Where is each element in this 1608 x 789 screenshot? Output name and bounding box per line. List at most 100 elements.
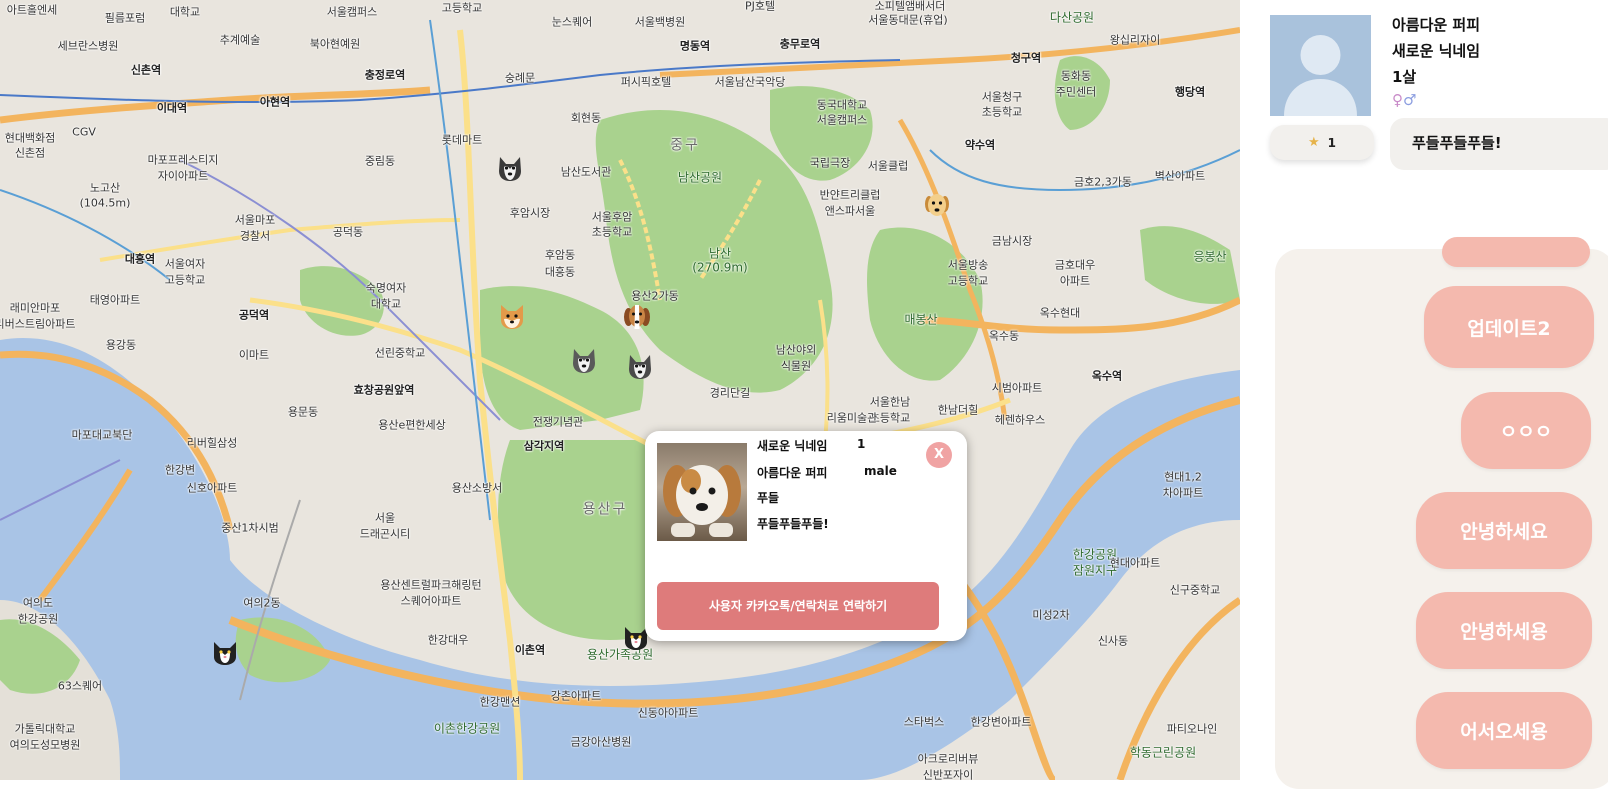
map-label: 숙명여자 [365, 281, 407, 295]
map-label: 신촌점 [14, 146, 46, 160]
map-label: 고등학교 [164, 273, 206, 287]
map-label: 식물원 [780, 359, 812, 373]
map-label: 효창공원앞역 [353, 383, 415, 397]
chat-message: 어서오세용 [1416, 692, 1592, 769]
map-label: 동국대학교 [816, 98, 868, 112]
pet-marker[interactable] [497, 301, 527, 331]
map-label: 용산소방서 [451, 481, 503, 495]
chat-message: ㅇㅇㅇ [1461, 392, 1591, 469]
chat-message: 업데이트2 [1424, 286, 1594, 368]
map-label: 추계예술 [219, 33, 261, 47]
contact-button[interactable]: 사용자 카카오톡/연락처로 연락하기 [657, 582, 939, 630]
chat-area[interactable]: 업데이트2 ㅇㅇㅇ 안녕하세요 안녕하세용 어서오세용 [1275, 237, 1608, 789]
close-button[interactable]: X [926, 442, 952, 468]
map-label: 대흥역 [124, 252, 156, 266]
map-label: 학동근린공원 [1129, 745, 1197, 760]
map-view[interactable]: 아트홀엔세 필름포럼 대학교 서울캠퍼스 고등학교 눈스퀘어 서울백병원 PJ호… [0, 0, 1240, 780]
map-label: 63스퀘어 [57, 679, 103, 693]
map-label: 서울후암 [591, 210, 633, 224]
chat-message: 안녕하세요 [1416, 492, 1592, 569]
map-label: 한강공원 [17, 612, 59, 626]
map-label: 반얀트리클럽 [819, 188, 881, 202]
map-label: 용강동 [105, 338, 137, 352]
pet-marker[interactable] [210, 637, 240, 667]
pet-marker[interactable] [922, 190, 952, 220]
map-label: 현대백화점 [4, 131, 56, 145]
pet-photo [657, 443, 747, 541]
map-label: 행당역 [1174, 85, 1206, 99]
map-label: 용문동 [287, 405, 319, 419]
chat-message [1442, 237, 1590, 267]
map-label: 자이아파트 [157, 169, 209, 183]
map-label: 숭례문 [504, 71, 536, 85]
map-label: 공덕역 [238, 308, 270, 322]
map-label: 이대역 [156, 101, 188, 115]
map-label: 서울캠퍼스 [326, 5, 378, 19]
map-label: PJ호텔 [744, 0, 776, 13]
pet-marker[interactable] [622, 301, 652, 331]
pet-marker[interactable] [569, 345, 599, 375]
map-label: 서울백병원 [634, 15, 686, 29]
map-label: 충무로역 [779, 37, 821, 51]
pet-marker[interactable] [495, 153, 525, 183]
map-label: 후암동 [544, 248, 576, 262]
status-message: 푸들푸들푸들! [1390, 118, 1608, 170]
map-label: 강촌아파트 [550, 689, 602, 703]
map-label: 중림동 [364, 154, 396, 168]
map-label: (270.9m) [692, 260, 748, 275]
map-base [0, 0, 1240, 780]
map-label: CGV [72, 125, 96, 139]
map-label: 노고산 [89, 181, 121, 195]
map-label: 드래곤시티 [359, 527, 411, 541]
map-label: 충정로역 [364, 68, 406, 82]
map-label: 고등학교 [947, 274, 989, 288]
map-label: 대학교 [370, 297, 402, 311]
map-label: 공덕동 [332, 225, 364, 239]
female-icon: ♀ [1392, 91, 1403, 109]
map-label: 마포대교북단 [71, 428, 133, 442]
star-rating[interactable]: ★ 1 [1270, 125, 1374, 160]
map-label: 서울 [374, 511, 396, 525]
map-label: 앤스파서울 [824, 204, 876, 218]
map-label: 서울동대문(휴업) [868, 13, 948, 27]
pet-marker[interactable] [625, 351, 655, 381]
map-label: 왕십리자이 [1109, 33, 1161, 47]
profile-chat-panel: 아름다운 퍼피 새로운 닉네임 1살 ♀♂ ★ 1 푸들푸들푸들! 업데이트2 … [1240, 0, 1608, 789]
map-label: 금강아산병원 [570, 735, 632, 749]
map-label: 신구중학교 [1169, 583, 1221, 597]
map-label: 한남더힐 [937, 403, 979, 417]
golden-retriever-icon [925, 194, 949, 216]
map-label: 신호아파트 [186, 481, 238, 495]
map-label: 아파트 [1059, 274, 1091, 288]
map-label: 차아파트 [1162, 486, 1204, 500]
profile-pet-name: 아름다운 퍼피 [1392, 16, 1481, 34]
map-label: 초등학교 [591, 225, 633, 239]
map-label: 남산야외 [775, 343, 817, 357]
male-icon: ♂ [1403, 91, 1417, 109]
map-label: 약수역 [964, 138, 996, 152]
map-label: 가톨릭대학교 [14, 722, 76, 736]
beagle-icon [624, 305, 650, 329]
map-label: 옥수동 [988, 329, 1020, 343]
map-label: 한강변아파트 [970, 715, 1032, 729]
map-label: 벽산아파트 [1154, 169, 1206, 183]
map-label: 신촌역 [130, 63, 162, 77]
gender-icons: ♀♂ [1392, 91, 1416, 109]
map-label: 현대1,2 [1164, 470, 1202, 484]
map-label: 회현동 [570, 111, 602, 125]
map-label: 대학교 [169, 5, 201, 19]
map-label: 서울한남 [869, 395, 911, 409]
shiba-icon [501, 305, 523, 329]
map-label: 전쟁기념관 [532, 415, 584, 429]
popup-breed: 푸들 [757, 491, 780, 505]
map-label: 래미안마포 [9, 301, 61, 315]
star-icon: ★ [1307, 135, 1320, 150]
map-label: 아현역 [259, 95, 291, 109]
map-label: 헤렌하우스 [994, 413, 1046, 427]
map-label: 신사동 [1097, 634, 1129, 648]
map-label: 리버스트림아파트 [0, 317, 76, 331]
map-label: 서울방송 [947, 258, 989, 272]
map-label: 세브란스병원 [57, 39, 119, 53]
chat-message: 안녕하세용 [1416, 592, 1592, 669]
map-label: 서울여자 [164, 257, 206, 271]
